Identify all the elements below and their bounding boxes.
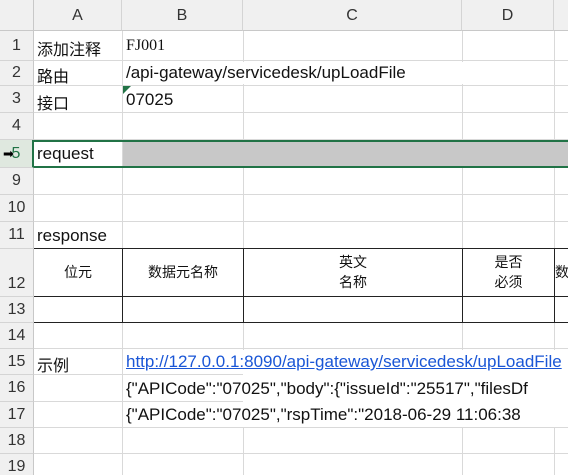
table-border bbox=[34, 322, 568, 323]
gridline bbox=[34, 112, 568, 113]
row-header-11[interactable]: 11 bbox=[0, 222, 34, 249]
select-all-corner[interactable] bbox=[0, 0, 34, 31]
table-header-partial-label: 数 bbox=[555, 264, 568, 281]
row-header-13[interactable]: 13 bbox=[0, 297, 34, 323]
cell-b15-link[interactable]: http://127.0.0.1:8090/api-gateway/servic… bbox=[126, 352, 562, 372]
gridline bbox=[34, 221, 568, 222]
row-header-12[interactable]: 12 bbox=[0, 249, 34, 297]
row-header-4[interactable]: 4 bbox=[0, 113, 34, 140]
table-header-bit-label: 位元 bbox=[64, 264, 92, 281]
spreadsheet[interactable]: A B C D 1 2 3 4 5 9 10 11 12 13 14 15 16… bbox=[0, 0, 568, 475]
gridline bbox=[34, 427, 568, 428]
cell-a5[interactable]: request bbox=[37, 144, 94, 164]
cell-a11[interactable]: response bbox=[37, 226, 107, 246]
row-header-19[interactable]: 19 bbox=[0, 454, 34, 475]
column-header-e[interactable] bbox=[554, 0, 568, 31]
cell-a3[interactable]: 接口 bbox=[37, 90, 69, 114]
table-header-data-element-name-label: 数据元名称 bbox=[148, 264, 218, 281]
row-header-18[interactable]: 18 bbox=[0, 428, 34, 454]
table-header-english-name[interactable]: 英文 名称 bbox=[244, 249, 462, 296]
table-header-required[interactable]: 是否 必须 bbox=[463, 249, 554, 296]
row-header-10[interactable]: 10 bbox=[0, 195, 34, 222]
cell-a1[interactable]: 添加注释 bbox=[37, 36, 101, 60]
column-header-d[interactable]: D bbox=[462, 0, 554, 31]
table-header-data-element-name[interactable]: 数据元名称 bbox=[123, 249, 243, 296]
table-header-required-line1: 是否 bbox=[494, 254, 523, 271]
cell-a15[interactable]: 示例 bbox=[37, 352, 69, 376]
column-header-b[interactable]: B bbox=[122, 0, 243, 31]
cell-a2[interactable]: 路由 bbox=[37, 63, 69, 87]
table-header-english-name-line1: 英文 bbox=[339, 254, 367, 271]
table-header-required-line2: 必须 bbox=[494, 274, 523, 291]
row-header-17[interactable]: 17 bbox=[0, 402, 34, 428]
row-header-1[interactable]: 1 bbox=[0, 31, 34, 61]
row-select-cursor-icon: ➡ bbox=[3, 147, 14, 162]
gridline bbox=[34, 453, 568, 454]
table-header-english-name-line2: 名称 bbox=[339, 274, 367, 291]
cell-b2[interactable]: /api-gateway/servicedesk/upLoadFile bbox=[126, 63, 406, 83]
table-header-partial[interactable]: 数 bbox=[555, 249, 568, 296]
cell-b16[interactable]: {"APICode":"07025","body":{"issueId":"25… bbox=[126, 379, 528, 399]
column-header-a[interactable]: A bbox=[34, 0, 122, 31]
gridline bbox=[34, 348, 568, 349]
gridline bbox=[34, 60, 568, 61]
row-header-9[interactable]: 9 bbox=[0, 168, 34, 195]
row-header-16[interactable]: 16 bbox=[0, 375, 34, 402]
column-header-c[interactable]: C bbox=[243, 0, 462, 31]
filled-range[interactable] bbox=[123, 142, 568, 166]
row-header-15[interactable]: 15 bbox=[0, 349, 34, 375]
cell-b17[interactable]: {"APICode":"07025","rspTime":"2018-06-29… bbox=[126, 405, 521, 425]
cell-b1[interactable]: FJ001 bbox=[126, 37, 165, 55]
gridline bbox=[34, 194, 568, 195]
table-border bbox=[34, 296, 568, 297]
cell-b3[interactable]: 07025 bbox=[126, 90, 173, 110]
row-header-2[interactable]: 2 bbox=[0, 61, 34, 86]
row-header-14[interactable]: 14 bbox=[0, 323, 34, 349]
table-header-bit[interactable]: 位元 bbox=[34, 249, 122, 296]
gridline bbox=[34, 85, 568, 86]
row-header-3[interactable]: 3 bbox=[0, 86, 34, 113]
